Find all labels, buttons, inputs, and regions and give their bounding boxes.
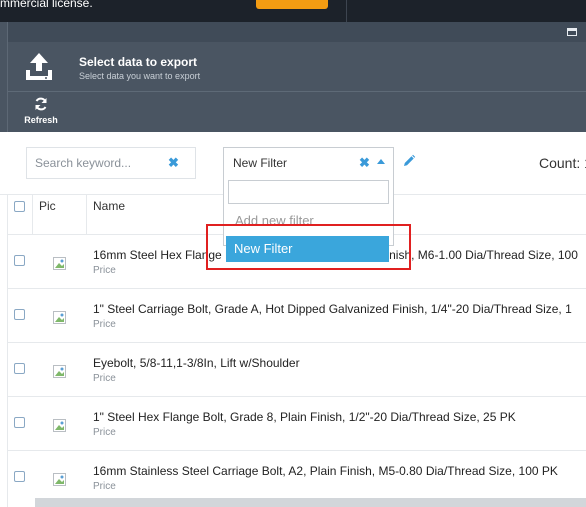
row-checkbox[interactable] xyxy=(14,471,25,482)
row-price: Price xyxy=(93,373,116,384)
table-row[interactable]: 1" Steel Hex Flange Bolt, Grade 8, Plain… xyxy=(8,396,586,450)
refresh-button[interactable]: Refresh xyxy=(18,95,64,128)
row-price: Price xyxy=(93,319,116,330)
refresh-label: Refresh xyxy=(24,115,58,125)
count-label: Count: 1 xyxy=(539,155,586,171)
row-name: Eyebolt, 5/8-11,1-3/8In, Lift w/Shoulder xyxy=(93,356,300,370)
row-checkbox[interactable] xyxy=(14,363,25,374)
dropdown-search-input[interactable] xyxy=(228,180,389,204)
row-checkbox[interactable] xyxy=(14,255,25,266)
window-strip xyxy=(8,22,586,42)
license-text: mmercial license. xyxy=(0,0,93,10)
maximize-icon[interactable] xyxy=(567,28,577,36)
search-input[interactable] xyxy=(27,148,167,178)
license-divider xyxy=(346,0,347,22)
header-divider xyxy=(8,91,586,92)
export-page: mmercial license. Select data to export … xyxy=(0,0,586,507)
row-checkbox[interactable] xyxy=(14,417,25,428)
filter-value: New Filter xyxy=(233,156,288,170)
refresh-icon xyxy=(35,97,47,111)
page-subtitle: Select data you want to export xyxy=(79,71,201,81)
broken-image-icon xyxy=(53,257,66,270)
broken-image-icon xyxy=(53,473,66,486)
column-header-pic[interactable]: Pic xyxy=(39,199,56,213)
row-price: Price xyxy=(93,427,116,438)
column-header-name[interactable]: Name xyxy=(93,199,125,213)
page-title: Select data to export xyxy=(79,55,198,69)
row-checkbox[interactable] xyxy=(14,309,25,320)
column-divider xyxy=(32,194,33,234)
broken-image-icon xyxy=(53,311,66,324)
license-button[interactable] xyxy=(256,0,328,9)
caret-up-icon[interactable] xyxy=(377,159,385,164)
add-new-filter-option[interactable]: Add new filter xyxy=(235,213,314,228)
column-divider xyxy=(86,194,87,234)
table-row[interactable]: 16mm Stainless Steel Carriage Bolt, A2, … xyxy=(8,450,586,504)
license-bar: mmercial license. xyxy=(0,0,586,22)
select-all-checkbox[interactable] xyxy=(14,201,25,212)
table-row[interactable]: 1" Steel Carriage Bolt, Grade A, Hot Dip… xyxy=(8,288,586,342)
pencil-icon[interactable] xyxy=(402,154,416,168)
row-name: 1" Steel Carriage Bolt, Grade A, Hot Dip… xyxy=(93,302,572,316)
upload-tray-icon xyxy=(26,53,52,80)
broken-image-icon xyxy=(53,365,66,378)
filter-clear-icon[interactable]: ✖ xyxy=(359,155,370,171)
search-box: ✖ xyxy=(26,147,196,179)
row-price: Price xyxy=(93,481,116,492)
row-name: 1" Steel Hex Flange Bolt, Grade 8, Plain… xyxy=(93,410,516,424)
broken-image-icon xyxy=(53,419,66,432)
dropdown-option-new-filter[interactable]: New Filter xyxy=(226,236,389,262)
row-price: Price xyxy=(93,265,116,276)
search-clear-icon[interactable]: ✖ xyxy=(168,155,179,171)
row-name: 16mm Stainless Steel Carriage Bolt, A2, … xyxy=(93,464,558,478)
table-row[interactable]: Eyebolt, 5/8-11,1-3/8In, Lift w/Shoulder… xyxy=(8,342,586,396)
dropdown-option-label: New Filter xyxy=(234,241,293,256)
horizontal-scrollbar[interactable] xyxy=(35,498,586,507)
